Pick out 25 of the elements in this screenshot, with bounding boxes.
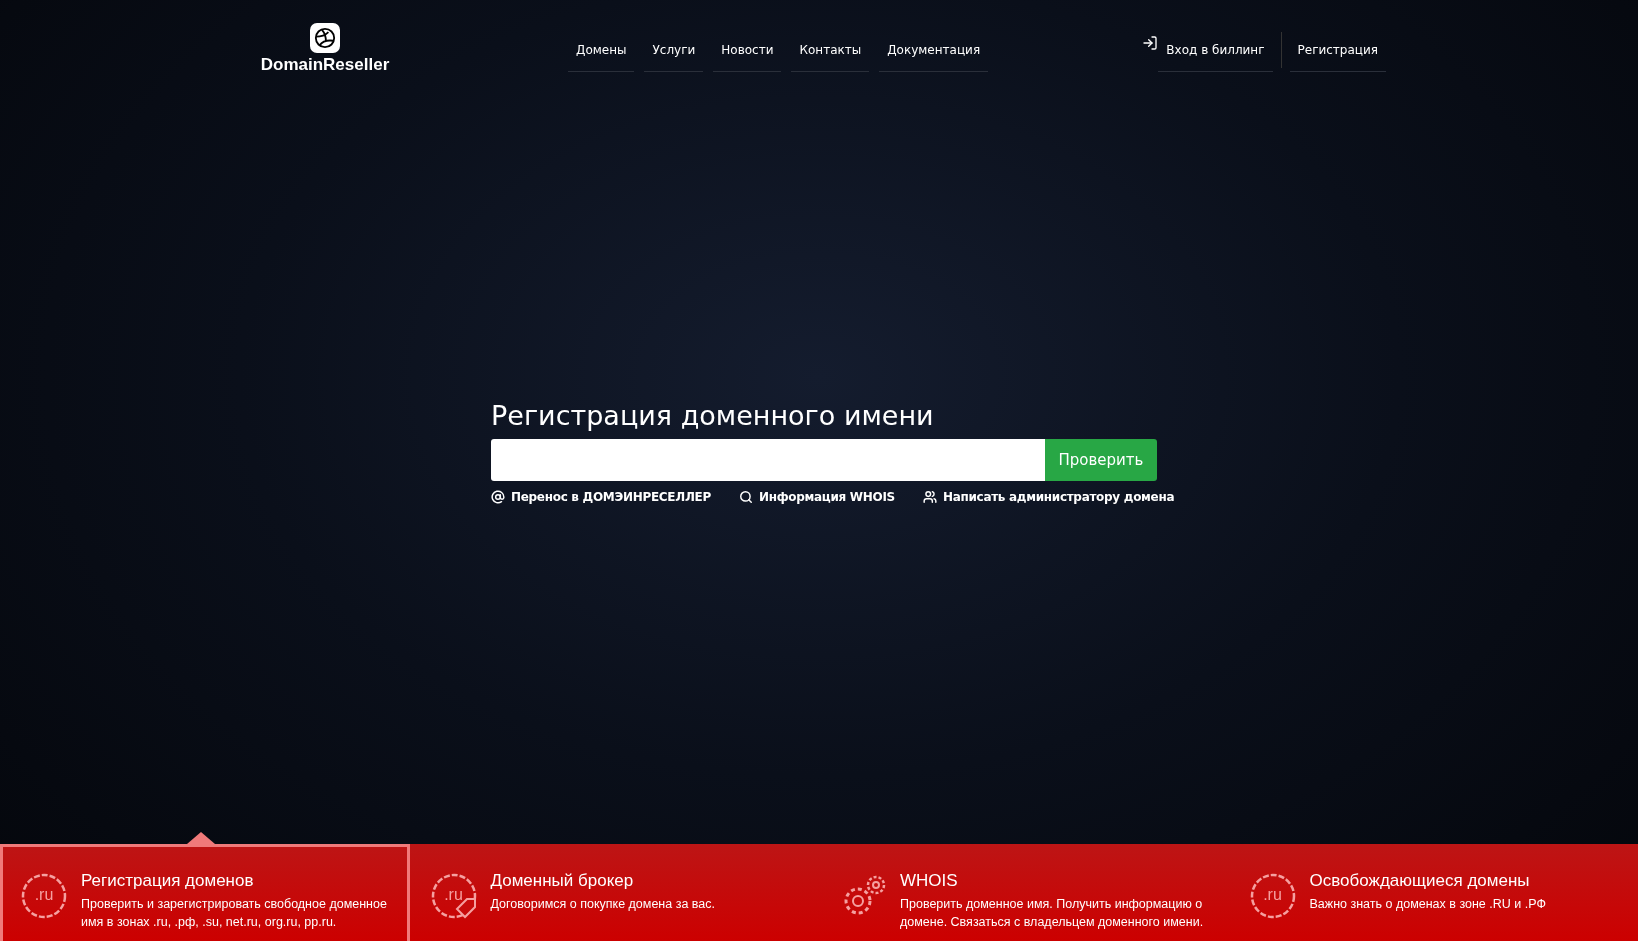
hero-title: Регистрация доменного имени: [491, 400, 935, 431]
hero-link[interactable]: Написать администратору домена: [922, 490, 1175, 504]
nav-link[interactable]: Регистрация: [1289, 42, 1386, 72]
nav-link[interactable]: Документация: [879, 42, 989, 72]
feature-text: Договоримся о покупке домена за вас.: [490, 896, 716, 913]
nav-link[interactable]: Контакты: [791, 42, 870, 72]
feature-tile[interactable]: .ru Регистрация доменов Проверить и зарегистрировать свободное доменное имя в зонах .ru, .рф, .su, net.ru, org.ru, pp.ru.: [0, 844, 410, 941]
feature-tile[interactable]: .ru Освобождающиеся домены Важно знать о доменах в зоне .RU и .РФ: [1228, 844, 1638, 941]
feature-tile[interactable]: .ru Доменный брокер Договоримся о покупке домена за вас.: [409, 844, 819, 941]
feature-text: Проверить доменное имя. Получить информацию о домене. Связаться с владельцем доменного имени.: [900, 896, 1205, 931]
feature-text: Важно знать о доменах в зоне .RU и .РФ: [1309, 896, 1546, 913]
hero-link[interactable]: Информация WHOIS: [738, 490, 895, 504]
feature-title: WHOIS: [900, 871, 959, 891]
nav-link[interactable]: Домены: [568, 42, 635, 72]
feature-tile[interactable]: WHOIS Проверить доменное имя. Получить информацию о домене. Связаться с владельцем доменного имени.: [819, 844, 1229, 941]
feature-text: Проверить и зарегистрировать свободное доменное имя в зонах .ru, .рф, .su, net.ru, org.ru, pp.ru.: [81, 896, 388, 931]
nav-link[interactable]: Услуги: [644, 42, 704, 72]
nav-link[interactable]: Вход в биллинг: [1158, 42, 1273, 72]
nav-link[interactable]: Новости: [713, 42, 782, 72]
feature-title: Освобождающиеся домены: [1309, 871, 1531, 891]
badge-icon: .ru: [19, 871, 69, 921]
logo-text[interactable]: DomainReseller: [260, 55, 390, 75]
feature-title: Доменный брокер: [490, 871, 635, 891]
hero-link[interactable]: Перенос в ДОМЭИНРЕСЕЛЛЕР: [491, 490, 711, 504]
feature-title: Регистрация доменов: [81, 871, 255, 891]
